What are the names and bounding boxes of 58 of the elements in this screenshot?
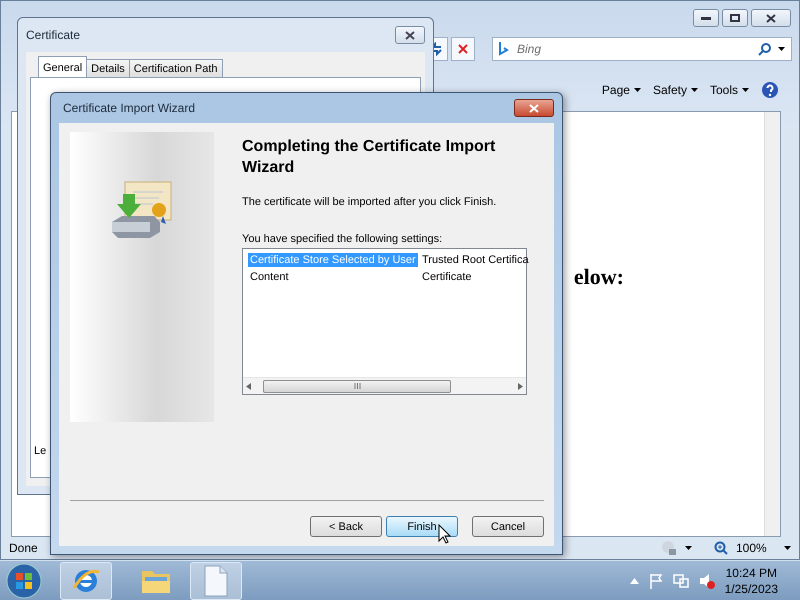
close-button[interactable] [395, 26, 425, 44]
caret-icon [634, 88, 641, 92]
caret-icon [690, 88, 698, 92]
grip-icon [354, 383, 360, 389]
caret-icon [784, 546, 791, 550]
volume-muted-icon[interactable] [698, 572, 715, 588]
search-engine-icon [499, 42, 509, 56]
scroll-right-icon[interactable] [518, 382, 523, 390]
command-menu[interactable]: Safety [652, 83, 698, 97]
stop-button[interactable] [451, 37, 475, 61]
zoom-icon [714, 541, 728, 555]
caret-icon [742, 88, 749, 92]
caret-icon [778, 47, 785, 51]
dialog-tab[interactable]: Certification Path [128, 59, 223, 78]
setting-value: Certificate [421, 270, 473, 284]
settings-label: You have specified the following settings: [242, 233, 444, 245]
panel-text: Le [34, 445, 46, 457]
cursor-icon [438, 524, 451, 544]
setting-name[interactable]: Content [248, 270, 291, 284]
close-button[interactable] [514, 99, 554, 117]
network-icon[interactable] [672, 572, 689, 588]
wizard-heading: Completing the Certificate Import Wizard [242, 137, 496, 178]
zoom-level[interactable]: 100% [736, 541, 776, 555]
taskbar-button[interactable] [190, 562, 242, 600]
wizard-button[interactable]: < Back [310, 516, 382, 537]
dialog-tab[interactable]: General [38, 56, 88, 78]
close-button[interactable] [751, 9, 791, 27]
maximize-icon [730, 14, 740, 22]
document-icon [204, 564, 228, 596]
wizard-button[interactable]: Finish [386, 516, 458, 537]
close-icon [529, 104, 539, 112]
search-icon [758, 42, 772, 56]
maximize-button[interactable] [722, 9, 748, 27]
intro-text: The certificate will be imported after you click Finish. [242, 196, 498, 208]
help-icon[interactable] [761, 81, 779, 99]
flag-icon[interactable] [648, 572, 663, 588]
window-title: Certificate Import Wizard [63, 101, 196, 115]
minimize-icon [701, 16, 711, 20]
stop-icon [457, 43, 469, 55]
caret-icon [685, 546, 692, 550]
command-menu[interactable]: Tools [710, 83, 749, 97]
taskbar-button[interactable] [60, 562, 112, 600]
page-heading: elow: [574, 264, 624, 290]
command-menu[interactable]: Page [602, 83, 641, 97]
scroll-thumb[interactable] [263, 380, 451, 392]
status-text: Done [9, 541, 39, 555]
search-field[interactable]: Bing [492, 37, 792, 61]
wizard-button[interactable]: Cancel [472, 516, 544, 537]
close-icon [405, 30, 415, 40]
start-button[interactable] [4, 560, 44, 600]
scroll-left-icon[interactable] [246, 382, 251, 390]
dialog-title: Certificate [26, 28, 80, 42]
dialog-tab[interactable]: Details [86, 59, 130, 78]
clock[interactable]: 10:24 PM 1/25/2023 [724, 564, 778, 596]
setting-value: Trusted Root Certifica [421, 252, 530, 266]
close-icon [766, 14, 776, 22]
minimize-button[interactable] [693, 9, 719, 27]
search-input[interactable]: Bing [515, 41, 752, 57]
